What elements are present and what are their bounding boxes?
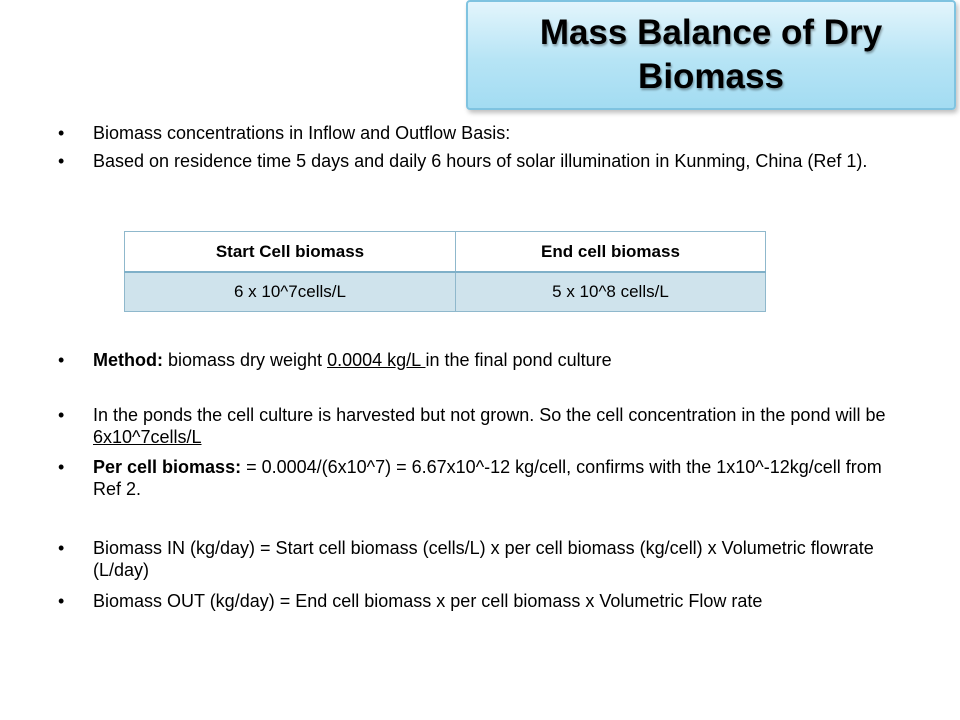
bullet-text: Biomass concentrations in Inflow and Out… <box>93 123 511 143</box>
bullet-method: Method: biomass dry weight 0.0004 kg/L i… <box>58 349 888 371</box>
table-row: 6 x 10^7cells/L 5 x 10^8 cells/L <box>124 271 767 312</box>
method-text-end: in the final pond culture <box>425 350 612 370</box>
title-box: Mass Balance of Dry Biomass <box>466 0 956 110</box>
bullet-text: Biomass IN (kg/day) = Start cell biomass… <box>93 538 874 580</box>
bullet-residence-time: Based on residence time 5 days and daily… <box>58 150 888 172</box>
bullet-per-cell-biomass: Per cell biomass: = 0.0004/(6x10^7) = 6.… <box>58 456 888 500</box>
method-value: 0.0004 kg/L <box>327 350 426 370</box>
bullet-pond-concentration: In the ponds the cell culture is harvest… <box>58 404 888 448</box>
table-header-end: End cell biomass <box>454 231 767 273</box>
bullet-biomass-out: Biomass OUT (kg/day) = End cell biomass … <box>58 590 888 612</box>
method-label: Method: <box>93 350 163 370</box>
bullet-text: In the ponds the cell culture is harvest… <box>93 404 888 448</box>
slide-title: Mass Balance of Dry Biomass <box>539 13 883 96</box>
bullet-text: Per cell biomass: = 0.0004/(6x10^7) = 6.… <box>93 456 888 500</box>
table-header-row: Start Cell biomass End cell biomass <box>124 231 767 273</box>
method-text: biomass dry weight <box>162 350 328 370</box>
pond-text: In the ponds the cell culture is harvest… <box>93 405 886 425</box>
table-cell-start: 6 x 10^7cells/L <box>124 271 456 312</box>
bullet-biomass-in: Biomass IN (kg/day) = Start cell biomass… <box>58 537 888 581</box>
bullet-concentrations: Biomass concentrations in Inflow and Out… <box>58 122 888 144</box>
per-cell-label: Per cell biomass: <box>93 457 242 477</box>
bullet-text: Biomass OUT (kg/day) = End cell biomass … <box>93 591 763 611</box>
table-cell-end: 5 x 10^8 cells/L <box>454 271 767 312</box>
bullet-text: Based on residence time 5 days and daily… <box>93 151 868 171</box>
pond-value: 6x10^7cells/L <box>93 427 202 447</box>
bullet-text: Method: biomass dry weight 0.0004 kg/L i… <box>93 349 888 371</box>
biomass-table: Start Cell biomass End cell biomass 6 x … <box>124 231 767 312</box>
table-header-start: Start Cell biomass <box>124 231 456 273</box>
